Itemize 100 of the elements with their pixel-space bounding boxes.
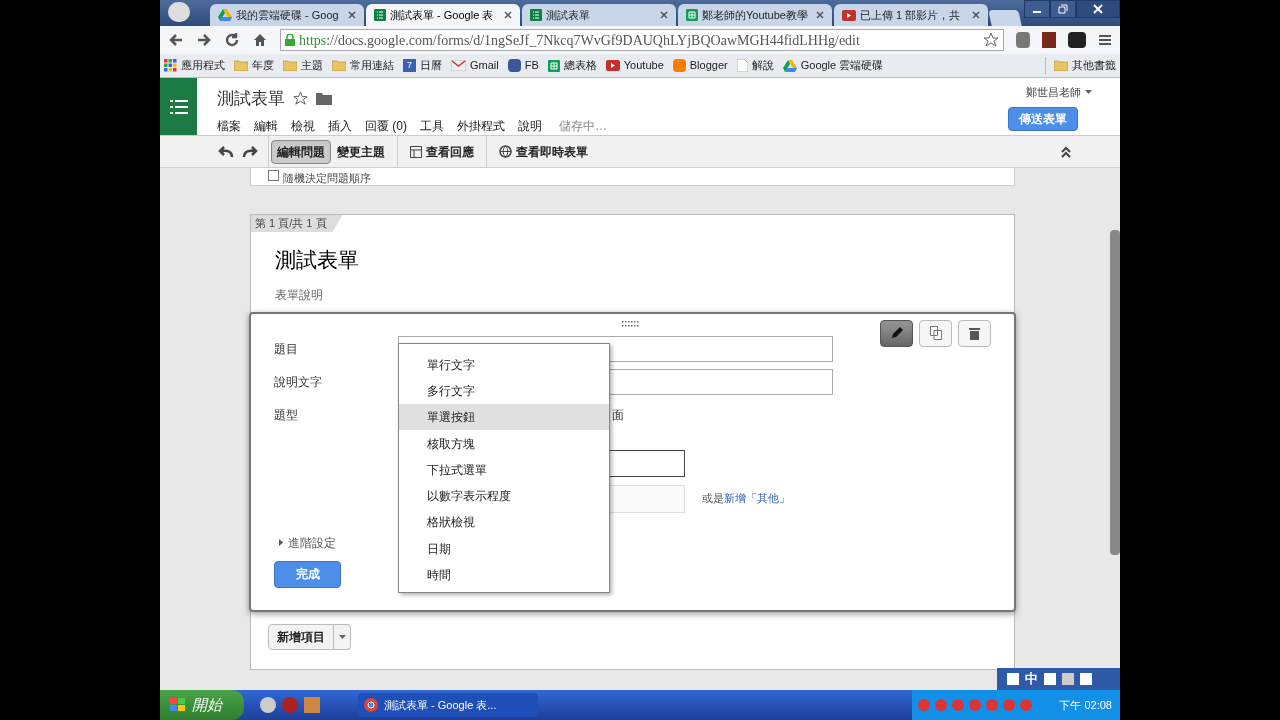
windows-logo-icon xyxy=(170,698,186,712)
menu-option[interactable]: 日期 xyxy=(399,535,609,562)
menu-option[interactable]: 單行文字 xyxy=(399,351,609,378)
close-tab-icon[interactable] xyxy=(504,11,512,19)
bookmark[interactable]: Gmail xyxy=(451,57,499,74)
menu-item[interactable]: 檔案 xyxy=(217,116,241,135)
menu-item[interactable]: 編輯 xyxy=(254,116,278,135)
menu-option[interactable]: 時間 xyxy=(399,561,609,589)
bookmark[interactable]: 應用程式 xyxy=(164,57,225,74)
delete-button[interactable] xyxy=(958,319,991,347)
checkbox[interactable] xyxy=(268,170,279,181)
menu-option[interactable]: 多行文字 xyxy=(399,377,609,405)
folder-icon[interactable] xyxy=(316,92,332,106)
menu-item[interactable]: 說明 xyxy=(518,116,542,135)
covered-text: 面 xyxy=(612,406,624,424)
close-tab-icon[interactable] xyxy=(972,11,980,19)
field-label: 題型 xyxy=(274,406,299,424)
menu-option[interactable]: 格狀檢視 xyxy=(399,509,609,536)
menu-item[interactable]: 工具 xyxy=(420,116,444,135)
toolbar-button[interactable]: 查看回應 xyxy=(404,139,480,164)
undo-icon[interactable] xyxy=(218,145,234,158)
window-restore-button[interactable] xyxy=(1050,0,1076,18)
redo-icon[interactable] xyxy=(242,145,258,158)
menu-option[interactable]: 核取方塊 xyxy=(399,430,609,457)
language-bar[interactable]: 中 xyxy=(997,668,1120,690)
add-other-link[interactable]: 新增「其他」 xyxy=(724,492,790,505)
browser-tab[interactable]: 已上傳 1 部影片，共 xyxy=(834,4,988,26)
edit-button[interactable] xyxy=(880,319,913,347)
drag-handle-icon[interactable] xyxy=(622,320,640,327)
tab-title: 已上傳 1 部影片，共 xyxy=(860,7,962,23)
copy-icon xyxy=(929,326,942,340)
browser-tab[interactable]: 我的雲端硬碟 - Goog xyxy=(210,4,364,26)
form-title[interactable]: 測試表單 xyxy=(275,244,1014,276)
bookmark[interactable]: FB xyxy=(507,57,539,74)
menu-option[interactable]: 單選按鈕 xyxy=(399,404,609,431)
form-description[interactable]: 表單說明 xyxy=(275,285,1014,304)
close-tab-icon[interactable] xyxy=(660,11,668,19)
extension-icon[interactable] xyxy=(1068,32,1086,48)
window-minimize-button[interactable] xyxy=(1024,0,1050,18)
bookmark[interactable]: Blogger xyxy=(672,57,728,74)
toolbar-button[interactable]: 編輯問題 xyxy=(271,139,331,164)
document-title[interactable]: 測試表單 xyxy=(217,86,285,112)
dropdown-button[interactable] xyxy=(334,623,351,650)
menu-item[interactable]: 檢視 xyxy=(291,116,315,135)
globe-icon xyxy=(499,145,512,158)
menu-item[interactable]: 外掛程式 xyxy=(457,116,505,135)
bookmark[interactable]: Google 雲端硬碟 xyxy=(782,57,884,74)
new-tab-button[interactable] xyxy=(988,10,1022,26)
advanced-settings-toggle[interactable]: 進階設定 xyxy=(279,533,336,552)
start-button[interactable]: 開始 xyxy=(160,690,244,720)
bookmark[interactable]: 常用連結 xyxy=(332,57,394,74)
bookmark[interactable]: 7 日曆 xyxy=(403,57,442,74)
add-item-button[interactable]: 新增項目 xyxy=(268,623,334,650)
collapse-icon[interactable] xyxy=(1060,145,1072,158)
tab-title: 測試表單 - Google 表 xyxy=(390,7,495,23)
lock-icon xyxy=(285,34,295,46)
folder-icon xyxy=(332,60,346,71)
star-icon[interactable] xyxy=(983,32,999,48)
bookmark[interactable]: 總表格 xyxy=(547,57,597,74)
close-tab-icon[interactable] xyxy=(816,11,824,19)
menu-option[interactable]: 以數字表示程度 xyxy=(399,483,609,510)
address-bar[interactable]: https://docs.google.com/forms/d/1ngSeJf_7Nkcq7WvGf9DAUQhLYjBQOawMGH44fidLHHg/edit xyxy=(280,29,1004,51)
bookmark[interactable]: 其他書籤 xyxy=(1045,57,1116,74)
folder-icon xyxy=(1054,60,1068,71)
menu-icon[interactable] xyxy=(1098,33,1112,47)
toolbar-button[interactable]: 查看即時表單 xyxy=(493,139,594,164)
app-menu-button[interactable] xyxy=(160,78,197,135)
apps-grid-icon xyxy=(164,59,177,72)
language-indicator[interactable]: 中 xyxy=(1025,669,1038,689)
bookmark[interactable]: 年度 xyxy=(234,57,274,74)
window-close-button[interactable] xyxy=(1076,0,1120,18)
menu-item[interactable]: 插入 xyxy=(328,116,352,135)
duplicate-button[interactable] xyxy=(919,319,952,347)
form-icon xyxy=(374,9,386,21)
caret-icon xyxy=(338,634,346,639)
profile-avatar[interactable] xyxy=(168,2,190,22)
tab-title: 測試表單 xyxy=(546,7,591,23)
pencil-icon xyxy=(889,326,904,340)
caret-icon[interactable] xyxy=(1085,90,1092,95)
reload-icon[interactable] xyxy=(224,32,240,48)
field-label: 題目 xyxy=(274,340,299,358)
close-tab-icon[interactable] xyxy=(348,11,356,19)
bookmark[interactable]: 解說 xyxy=(736,57,774,74)
home-icon[interactable] xyxy=(252,32,268,48)
back-icon[interactable] xyxy=(168,32,184,48)
bookmark[interactable]: Youtube xyxy=(605,57,664,74)
menu-option[interactable]: 下拉式選單 xyxy=(399,456,609,483)
user-name[interactable]: 鄭世昌老師 xyxy=(1026,84,1081,101)
star-icon[interactable] xyxy=(293,91,308,107)
bookmark[interactable]: 主題 xyxy=(283,57,323,74)
toolbar-button[interactable]: 變更主題 xyxy=(331,139,391,164)
browser-tab[interactable]: 鄭老師的Youtube教學 xyxy=(678,4,832,26)
browser-tab[interactable]: 測試表單 - Google 表 xyxy=(366,4,520,26)
taskbar-window-button[interactable]: 測試表單 - Google 表... xyxy=(358,693,538,717)
save-status: 儲存中… xyxy=(559,117,607,135)
browser-tab[interactable]: 測試表單 xyxy=(522,4,676,26)
forward-icon[interactable] xyxy=(196,32,212,48)
menu-item[interactable]: 回覆 (0) xyxy=(365,116,407,135)
quick-launch-icon[interactable] xyxy=(260,697,276,713)
folder-icon xyxy=(234,60,248,71)
